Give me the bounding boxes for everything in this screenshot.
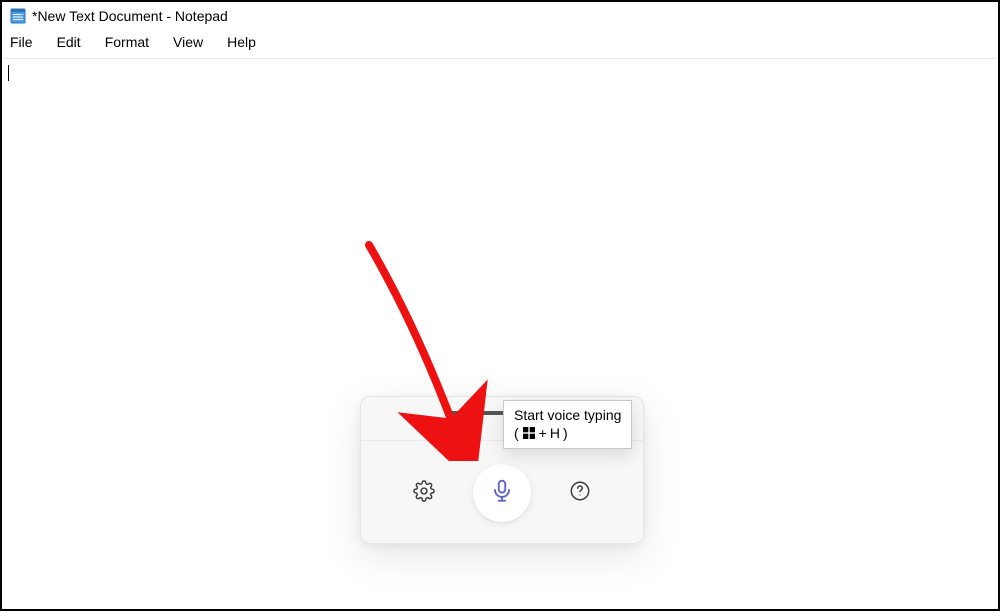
notepad-icon [10, 8, 26, 24]
windows-key-icon [522, 426, 536, 440]
tooltip-line2: ( + H ) [514, 425, 621, 443]
menu-edit[interactable]: Edit [45, 32, 93, 52]
tooltip-prefix: ( [514, 425, 519, 443]
mic-button[interactable] [473, 464, 531, 522]
text-caret [8, 65, 9, 81]
mic-tooltip: Start voice typing ( + H ) [503, 400, 632, 449]
menubar: File Edit Format View Help [2, 30, 998, 59]
menu-view[interactable]: View [161, 32, 215, 52]
menu-help[interactable]: Help [215, 32, 268, 52]
window-title: *New Text Document - Notepad [32, 8, 228, 24]
menu-file[interactable]: File [6, 32, 45, 52]
tooltip-line1: Start voice typing [514, 407, 621, 425]
voice-panel-body [361, 441, 643, 545]
gear-icon [413, 480, 435, 507]
window-titlebar: *New Text Document - Notepad [2, 2, 998, 30]
menu-format[interactable]: Format [93, 32, 161, 52]
tooltip-plus: + [539, 425, 547, 443]
tooltip-suffix: ) [563, 425, 568, 443]
tooltip-key: H [550, 425, 560, 443]
settings-button[interactable] [409, 478, 439, 508]
microphone-icon [489, 478, 515, 509]
help-button[interactable] [565, 478, 595, 508]
help-icon [569, 480, 591, 507]
